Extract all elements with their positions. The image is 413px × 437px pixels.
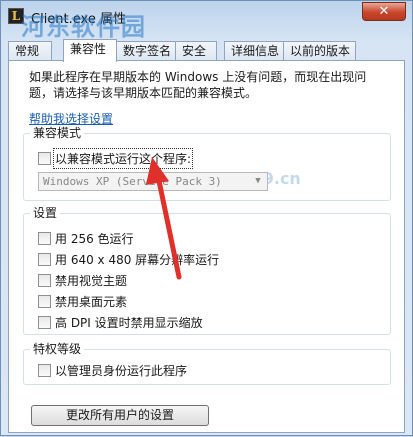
app-icon: L <box>8 8 24 24</box>
label-disable-desktop-composition: 禁用桌面元素 <box>55 294 128 309</box>
setting-row-256-colors[interactable]: 用 256 色运行 <box>38 230 134 246</box>
compat-os-select-value: Windows XP (Service Pack 3) <box>43 175 222 188</box>
label-disable-visual-themes: 禁用视觉主题 <box>55 273 128 288</box>
setting-row-disable-desktop-composition[interactable]: 禁用桌面元素 <box>38 293 127 309</box>
chevron-down-icon: ▼ <box>255 176 261 186</box>
privilege-group: 特权等级 以管理员身份运行此程序 <box>23 341 391 385</box>
tab-digital-signatures[interactable]: 数字签名 <box>116 41 176 61</box>
privilege-group-label: 特权等级 <box>30 341 85 357</box>
settings-group-label: 设置 <box>30 205 61 221</box>
properties-window: L Client.exe 属性 ✕ 河东软件园 常规 兼容性 数字签名 安全 详… <box>0 0 413 436</box>
checkbox-disable-dpi-scaling[interactable] <box>38 315 51 329</box>
title-bar[interactable]: L Client.exe 属性 ✕ <box>1 1 412 31</box>
setting-row-disable-visual-themes[interactable]: 禁用视觉主题 <box>38 272 127 288</box>
checkbox-256-colors[interactable] <box>38 231 51 245</box>
tab-general[interactable]: 常规 <box>8 41 52 61</box>
tab-security[interactable]: 安全 <box>175 41 217 61</box>
label-disable-dpi-scaling: 高 DPI 设置时禁用显示缩放 <box>55 315 203 330</box>
compat-mode-group-label: 兼容模式 <box>30 125 85 141</box>
compat-os-select[interactable]: Windows XP (Service Pack 3) ▼ <box>38 172 268 191</box>
run-as-admin-checkbox[interactable] <box>38 363 51 377</box>
settings-group: 设置 用 256 色运行 用 640 x 480 屏幕分辨率运行 禁用视觉主题 … <box>23 205 391 335</box>
tab-compatibility[interactable]: 兼容性 <box>63 39 117 62</box>
label-640x480: 用 640 x 480 屏幕分辨率运行 <box>55 252 220 267</box>
window-title: Client.exe 属性 <box>31 12 126 27</box>
close-button[interactable]: ✕ <box>362 2 406 21</box>
intro-text: 如果此程序在早期版本的 Windows 上没有问题，而现在出现问题，请选择与该早… <box>29 70 367 100</box>
compat-mode-checkbox-label: 以兼容模式运行这个程序: <box>52 147 194 169</box>
tab-details[interactable]: 详细信息 <box>224 41 284 61</box>
checkbox-disable-visual-themes[interactable] <box>38 273 51 287</box>
tab-previous-versions[interactable]: 以前的版本 <box>283 41 356 61</box>
compat-mode-checkbox[interactable] <box>38 151 51 165</box>
tab-strip: 常规 兼容性 数字签名 安全 详细信息 以前的版本 <box>8 39 408 62</box>
checkbox-disable-desktop-composition[interactable] <box>38 294 51 308</box>
setting-row-disable-dpi-scaling[interactable]: 高 DPI 设置时禁用显示缩放 <box>38 314 203 330</box>
run-as-admin-label: 以管理员身份运行此程序 <box>55 363 188 378</box>
label-256-colors: 用 256 色运行 <box>55 231 134 246</box>
change-all-users-settings-button[interactable]: 更改所有用户的设置 <box>31 405 209 426</box>
run-as-admin-row[interactable]: 以管理员身份运行此程序 <box>38 362 187 378</box>
checkbox-640x480[interactable] <box>38 252 51 266</box>
compat-mode-group: 兼容模式 以兼容模式运行这个程序: Windows XP (Service Pa… <box>23 125 391 201</box>
setting-row-640x480[interactable]: 用 640 x 480 屏幕分辨率运行 <box>38 251 219 267</box>
compatibility-panel: 如果此程序在早期版本的 Windows 上没有问题，而现在出现问题，请选择与该早… <box>8 60 405 433</box>
compat-mode-checkbox-row[interactable]: 以兼容模式运行这个程序: <box>38 147 194 169</box>
